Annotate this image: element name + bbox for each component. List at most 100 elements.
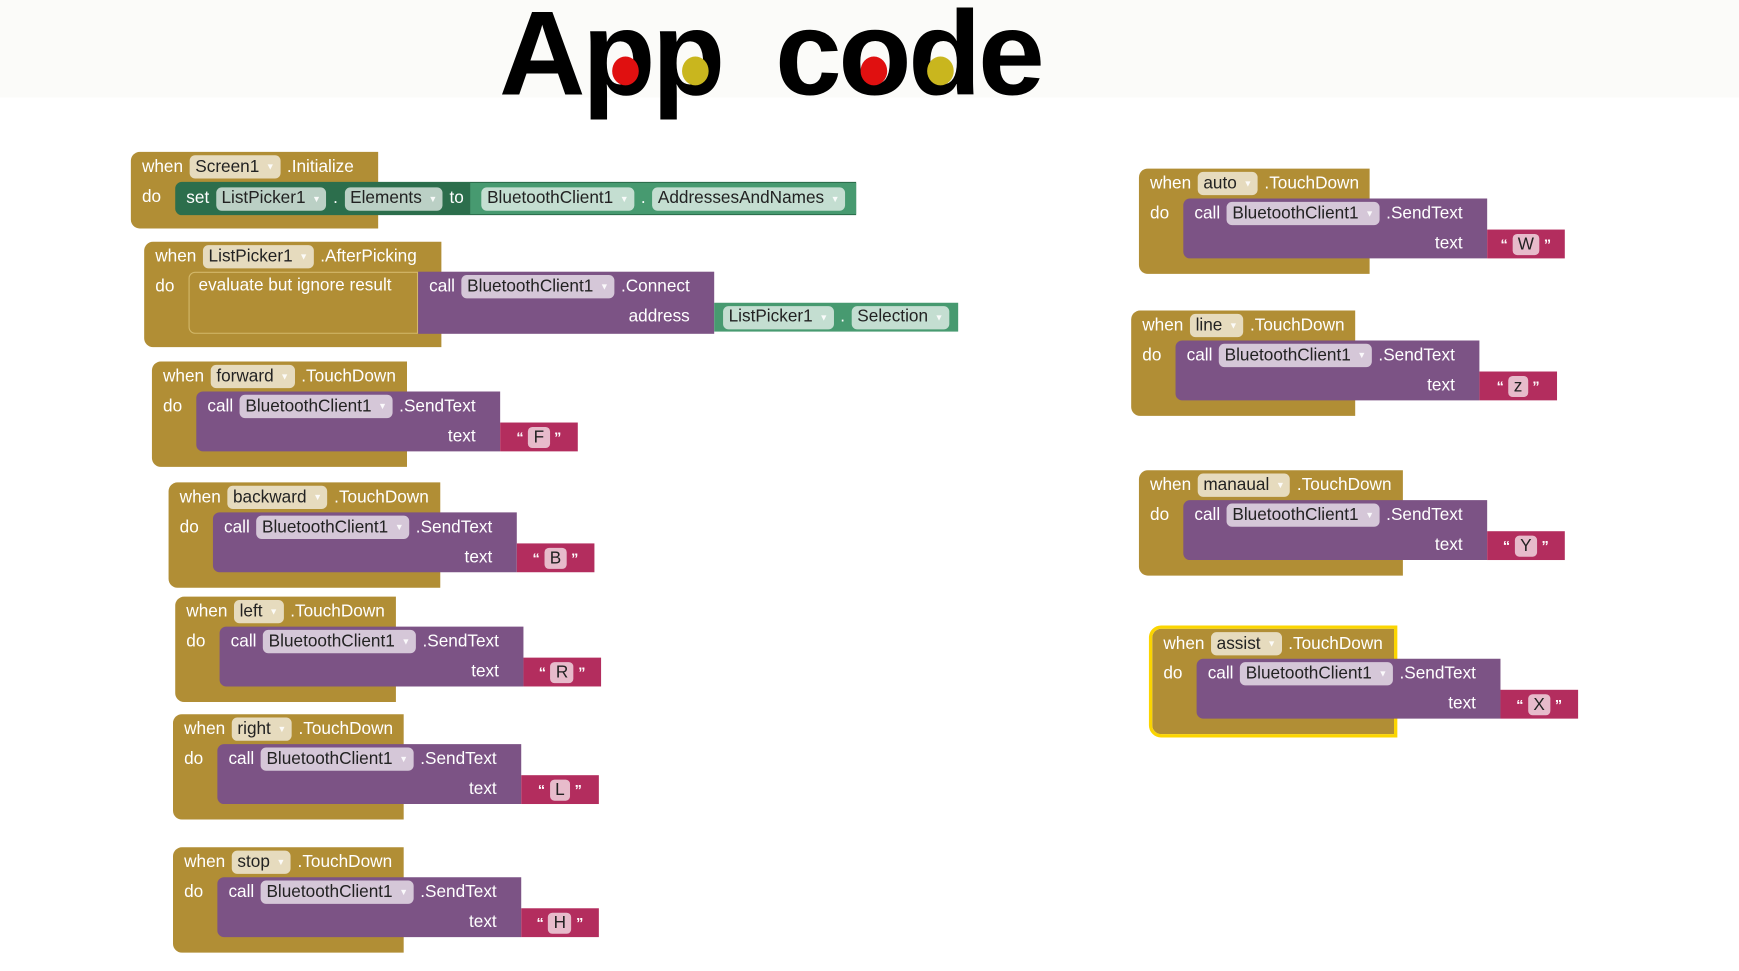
- component-dropdown[interactable]: BluetoothClient1 ▼: [256, 515, 410, 539]
- text-string-block[interactable]: “ W ”: [1487, 229, 1565, 259]
- touchdown-block-line[interactable]: when line ▼ .TouchDown do call BluetoothC…: [1131, 310, 1557, 416]
- sendtext-call-block[interactable]: call BluetoothClient1 ▼ .SendText text “ …: [1183, 500, 1565, 561]
- open-quote: “: [536, 914, 544, 932]
- text-string-block[interactable]: “ L ”: [521, 775, 599, 805]
- method-label: .SendText: [415, 517, 493, 537]
- component-dropdown[interactable]: ListPicker1 ▼: [215, 186, 327, 211]
- string-value[interactable]: W: [1512, 233, 1540, 255]
- string-value[interactable]: B: [544, 547, 567, 569]
- dropdown-arrow-icon: ▼: [428, 193, 438, 204]
- sendtext-call-block[interactable]: call BluetoothClient1 ▼ .SendText text “ …: [1175, 340, 1557, 401]
- text-string-block[interactable]: “ z ”: [1479, 371, 1557, 401]
- dot-label: .: [840, 307, 846, 327]
- evaluate-ignore-block[interactable]: evaluate but ignore result: [188, 271, 419, 334]
- touchdown-block-manaual[interactable]: when manaual ▼ .TouchDown do call Bluetoo…: [1138, 470, 1565, 576]
- button-dropdown[interactable]: assist ▼: [1211, 632, 1282, 656]
- component-dropdown[interactable]: BluetoothClient1 ▼: [239, 394, 393, 419]
- when-label: when: [141, 156, 184, 176]
- component-dropdown[interactable]: BluetoothClient1 ▼: [1219, 343, 1372, 368]
- button-dropdown[interactable]: left ▼: [234, 599, 284, 624]
- string-value[interactable]: Y: [1514, 535, 1538, 557]
- call-label: call: [1194, 203, 1221, 223]
- touchdown-block-backward[interactable]: when backward ▼ .TouchDown do call Blueto…: [168, 482, 595, 588]
- event-label: .TouchDown: [1249, 315, 1345, 335]
- button-dropdown[interactable]: manaual ▼: [1197, 473, 1291, 497]
- close-quote: ”: [1541, 537, 1549, 554]
- component-dropdown[interactable]: Screen1 ▼: [189, 155, 281, 179]
- connect-call-block[interactable]: call BluetoothClient1 ▼ .Connect address …: [418, 271, 958, 334]
- component-dropdown[interactable]: BluetoothClient1 ▼: [1226, 201, 1380, 226]
- sendtext-call-block[interactable]: call BluetoothClient1 ▼ .SendText text “ …: [1183, 198, 1565, 259]
- sendtext-call-block[interactable]: call BluetoothClient1 ▼ .SendText text “ …: [212, 512, 595, 573]
- dropdown-value: BluetoothClient1: [487, 188, 614, 208]
- touchdown-block-stop[interactable]: when stop ▼ .TouchDown do call BluetoothC…: [173, 847, 599, 953]
- button-dropdown[interactable]: right ▼: [231, 717, 292, 741]
- component-dropdown[interactable]: ListPicker1 ▼: [203, 245, 314, 269]
- dropdown-arrow-icon: ▼: [1275, 480, 1285, 491]
- to-label: to: [449, 188, 464, 208]
- component-dropdown[interactable]: BluetoothClient1 ▼: [1226, 503, 1380, 527]
- touchdown-block-forward[interactable]: when forward ▼ .TouchDown do call Bluetoo…: [151, 361, 578, 467]
- text-string-block[interactable]: “ X ”: [1500, 689, 1578, 719]
- component-dropdown[interactable]: BluetoothClient1 ▼: [461, 275, 615, 299]
- dropdown-value: assist: [1216, 633, 1261, 653]
- dropdown-arrow-icon: ▼: [1267, 638, 1277, 649]
- afterpicking-block[interactable]: when ListPicker1 ▼ .AfterPicking do evalu…: [144, 241, 958, 348]
- method-label: .Connect: [620, 276, 690, 296]
- dropdown-value: ListPicker1: [221, 188, 306, 208]
- text-string-block[interactable]: “ F ”: [500, 422, 578, 452]
- sendtext-call-block[interactable]: call BluetoothClient1 ▼ .SendText text “ …: [217, 744, 599, 805]
- method-label: .SendText: [1378, 345, 1455, 365]
- touchdown-block-left[interactable]: when left ▼ .TouchDown do call BluetoothC…: [175, 596, 601, 702]
- method-label: .SendText: [1386, 505, 1463, 525]
- string-value[interactable]: X: [1527, 693, 1551, 715]
- button-dropdown[interactable]: forward ▼: [210, 364, 295, 389]
- string-value[interactable]: L: [549, 779, 571, 801]
- property-dropdown[interactable]: Selection ▼: [851, 305, 949, 329]
- button-dropdown[interactable]: stop ▼: [231, 850, 291, 874]
- property-dropdown[interactable]: Elements ▼: [344, 186, 443, 211]
- dropdown-value: backward: [232, 487, 307, 507]
- string-value[interactable]: z: [1508, 375, 1528, 397]
- string-value[interactable]: R: [550, 661, 574, 683]
- button-dropdown[interactable]: auto ▼: [1197, 171, 1258, 196]
- button-dropdown[interactable]: line ▼: [1190, 313, 1244, 338]
- component-dropdown[interactable]: BluetoothClient1 ▼: [263, 629, 416, 654]
- sendtext-call-block[interactable]: call BluetoothClient1 ▼ .SendText text “ …: [219, 626, 601, 687]
- dropdown-arrow-icon: ▼: [934, 312, 944, 323]
- set-property-block[interactable]: set ListPicker1 ▼ . Elements ▼ to Bluetoot…: [175, 181, 857, 216]
- component-dropdown[interactable]: BluetoothClient1 ▼: [1240, 662, 1393, 686]
- component-dropdown[interactable]: BluetoothClient1 ▼: [260, 880, 414, 904]
- component-dropdown[interactable]: BluetoothClient1 ▼: [260, 747, 414, 771]
- text-string-block[interactable]: “ R ”: [523, 657, 601, 687]
- button-dropdown[interactable]: backward ▼: [227, 485, 328, 510]
- do-label: do: [1163, 664, 1183, 684]
- event-label: .TouchDown: [1288, 633, 1383, 653]
- property-dropdown[interactable]: AddressesAndNames ▼: [652, 186, 846, 211]
- dropdown-value: BluetoothClient1: [266, 882, 393, 902]
- dropdown-value: BluetoothClient1: [268, 631, 395, 651]
- touchdown-block-assist[interactable]: when assist ▼ .TouchDown do call Bluetoot…: [1148, 625, 1578, 738]
- sendtext-call-block[interactable]: call BluetoothClient1 ▼ .SendText text “ …: [217, 877, 599, 938]
- getter-block[interactable]: BluetoothClient1 ▼ . AddressesAndNames ▼: [470, 182, 857, 215]
- text-string-block[interactable]: “ H ”: [521, 908, 599, 938]
- dropdown-arrow-icon: ▼: [830, 193, 840, 204]
- getter-block[interactable]: ListPicker1 ▼ . Selection ▼: [714, 302, 958, 332]
- event-label: .TouchDown: [298, 719, 394, 739]
- touchdown-block-auto[interactable]: when auto ▼ .TouchDown do call BluetoothC…: [1138, 168, 1565, 274]
- when-label: when: [179, 487, 221, 507]
- open-quote: “: [1500, 235, 1508, 253]
- touchdown-block-right[interactable]: when right ▼ .TouchDown do call Bluetooth…: [173, 714, 599, 820]
- component-dropdown[interactable]: ListPicker1 ▼: [723, 305, 834, 329]
- text-string-block[interactable]: “ B ”: [516, 543, 595, 573]
- component-dropdown[interactable]: BluetoothClient1 ▼: [481, 186, 635, 211]
- yellow-dot: [682, 56, 709, 86]
- sendtext-call-block[interactable]: call BluetoothClient1 ▼ .SendText text “ …: [196, 391, 578, 452]
- sendtext-call-block[interactable]: call BluetoothClient1 ▼ .SendText text “ …: [1196, 658, 1578, 719]
- dropdown-arrow-icon: ▼: [277, 724, 287, 735]
- do-label: do: [1150, 505, 1170, 525]
- screen-initialize-block[interactable]: when Screen1 ▼ .Initialize do set ListPic…: [130, 151, 857, 229]
- text-string-block[interactable]: “ Y ”: [1487, 531, 1565, 561]
- string-value[interactable]: F: [528, 426, 550, 448]
- string-value[interactable]: H: [548, 912, 572, 934]
